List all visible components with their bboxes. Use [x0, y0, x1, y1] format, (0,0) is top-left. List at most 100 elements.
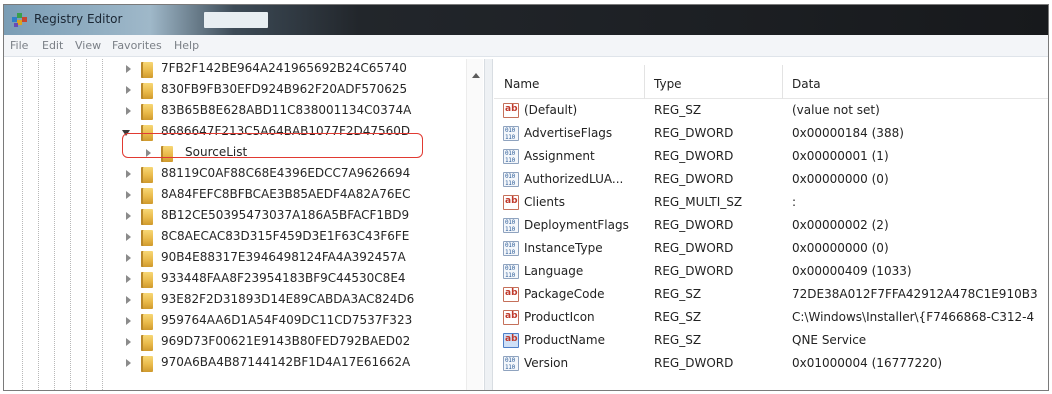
tree-item-key[interactable]: 7FB2F142BE964A241965692B24C65740: [4, 59, 464, 80]
value-name: Language: [524, 264, 584, 278]
tree-item-key[interactable]: 90B4E88317E3946498124FA4A392457A: [4, 248, 464, 269]
value-row[interactable]: ProductIcon REG_SZ C:\Windows\Installer\…: [494, 307, 1048, 330]
expand-arrow-icon[interactable]: [126, 317, 131, 325]
title-bar-blank-region: [204, 12, 268, 28]
folder-icon: [141, 293, 153, 309]
menu-bar: File Edit View Favorites Help: [4, 35, 1048, 57]
value-row[interactable]: DeploymentFlags REG_DWORD 0x00000002 (2): [494, 215, 1048, 238]
tree-item-label: 8C8AECAC83D315F459D3E1F63C43F6FE: [161, 229, 410, 243]
menu-help[interactable]: Help: [174, 39, 199, 52]
tree-item-key[interactable]: 970A6BA4B87144142BF1D4A17E61662A: [4, 353, 464, 374]
value-row[interactable]: AdvertiseFlags REG_DWORD 0x00000184 (388…: [494, 123, 1048, 146]
window-title: Registry Editor: [34, 12, 123, 26]
expand-arrow-icon[interactable]: [126, 107, 131, 115]
value-type: REG_DWORD: [654, 356, 734, 370]
folder-icon: [141, 335, 153, 351]
expand-arrow-icon[interactable]: [126, 212, 131, 220]
tree-item-key[interactable]: 8B12CE50395473037A186A5BFACF1BD9: [4, 206, 464, 227]
value-data: 0x00000184 (388): [792, 126, 904, 140]
expand-arrow-icon[interactable]: [126, 338, 131, 346]
value-type: REG_DWORD: [654, 172, 734, 186]
scroll-up-arrow-icon[interactable]: [472, 73, 480, 78]
expand-arrow-icon[interactable]: [126, 296, 131, 304]
value-data: 0x00000000 (0): [792, 241, 889, 255]
expand-arrow-icon[interactable]: [126, 275, 131, 283]
column-header-type[interactable]: Type: [654, 77, 682, 91]
registry-editor-app-icon: [12, 13, 27, 27]
expand-arrow-icon[interactable]: [126, 65, 131, 73]
tree-item-key[interactable]: 8A84FEFC8BFBCAE3B85AEDF4A82A76EC: [4, 185, 464, 206]
tree-item-key[interactable]: 933448FAA8F23954183BF9C44530C8E4: [4, 269, 464, 290]
folder-icon: [141, 230, 153, 246]
string-value-icon: [503, 103, 519, 118]
value-data: (value not set): [792, 103, 880, 117]
binary-value-icon: [503, 172, 519, 187]
column-divider[interactable]: [782, 65, 783, 99]
value-row[interactable]: InstanceType REG_DWORD 0x00000000 (0): [494, 238, 1048, 261]
string-value-icon: [503, 310, 519, 325]
value-row[interactable]: AuthorizedLUA... REG_DWORD 0x00000000 (0…: [494, 169, 1048, 192]
value-name: DeploymentFlags: [524, 218, 629, 232]
tree-item-key[interactable]: 8C8AECAC83D315F459D3E1F63C43F6FE: [4, 227, 464, 248]
expand-arrow-icon[interactable]: [126, 191, 131, 199]
value-row[interactable]: Assignment REG_DWORD 0x00000001 (1): [494, 146, 1048, 169]
registry-values-list[interactable]: Name Type Data (Default) REG_SZ (value n…: [494, 59, 1048, 390]
value-type: REG_DWORD: [654, 149, 734, 163]
value-data: QNE Service: [792, 333, 867, 347]
value-type: REG_SZ: [654, 103, 702, 117]
tree-item-key[interactable]: 830FB9FB30EFD924B962F20ADF570625: [4, 80, 464, 101]
string-value-icon: [503, 195, 519, 210]
value-row[interactable]: (Default) REG_SZ (value not set): [494, 100, 1048, 123]
value-data: 0x00000001 (1): [792, 149, 889, 163]
tree-item-key[interactable]: 959764AA6D1A54F409DC11CD7537F323: [4, 311, 464, 332]
value-data: 0x01000004 (16777220): [792, 356, 943, 370]
value-data: C:\Windows\Installer\{F7466868-C312-4: [792, 310, 1035, 324]
value-type: REG_DWORD: [654, 218, 734, 232]
value-type: REG_MULTI_SZ: [654, 195, 743, 209]
menu-view[interactable]: View: [75, 39, 101, 52]
value-name: ProductName: [524, 333, 605, 347]
tree-scrollbar[interactable]: [466, 59, 483, 390]
folder-icon: [141, 188, 153, 204]
registry-key-tree[interactable]: 7FB2F142BE964A241965692B24C65740 830FB9F…: [4, 59, 479, 390]
value-name: AdvertiseFlags: [524, 126, 613, 140]
value-name: Clients: [524, 195, 565, 209]
registry-editor-window: Registry Editor File Edit View Favorites…: [3, 4, 1049, 391]
value-row[interactable]: Version REG_DWORD 0x01000004 (16777220): [494, 353, 1048, 376]
binary-value-icon: [503, 241, 519, 256]
tree-item-label: 7FB2F142BE964A241965692B24C65740: [161, 61, 407, 75]
column-header-data[interactable]: Data: [792, 77, 821, 91]
value-row[interactable]: Language REG_DWORD 0x00000409 (1033): [494, 261, 1048, 284]
expand-arrow-icon[interactable]: [126, 359, 131, 367]
tree-item-label: 8A84FEFC8BFBCAE3B85AEDF4A82A76EC: [161, 187, 411, 201]
expand-arrow-icon[interactable]: [126, 254, 131, 262]
expand-arrow-icon[interactable]: [126, 86, 131, 94]
menu-edit[interactable]: Edit: [42, 39, 63, 52]
tree-item-key[interactable]: 93E82F2D31893D14E89CABDA3AC824D6: [4, 290, 464, 311]
binary-value-icon: [503, 149, 519, 164]
value-row[interactable]: PackageCode REG_SZ 72DE38A012F7FFA42912A…: [494, 284, 1048, 307]
tree-item-label: 830FB9FB30EFD924B962F20ADF570625: [161, 82, 408, 96]
string-value-icon: [503, 287, 519, 302]
column-header-name[interactable]: Name: [504, 77, 539, 91]
tree-item-key[interactable]: 83B65B8E628ABD11C838001134C0374A: [4, 101, 464, 122]
tree-item-key[interactable]: 88119C0AF88C68E4396EDCC7A9626694: [4, 164, 464, 185]
folder-icon: [141, 209, 153, 225]
tree-item-label: 83B65B8E628ABD11C838001134C0374A: [161, 103, 412, 117]
tree-item-label: 88119C0AF88C68E4396EDCC7A9626694: [161, 166, 411, 180]
value-row[interactable]: ProductName REG_SZ QNE Service: [494, 330, 1048, 353]
column-divider[interactable]: [644, 65, 645, 99]
folder-icon: [141, 314, 153, 330]
menu-file[interactable]: File: [10, 39, 28, 52]
menu-favorites[interactable]: Favorites: [112, 39, 162, 52]
value-name: InstanceType: [524, 241, 603, 255]
tree-item-key[interactable]: 969D73F00621E9143B80FED792BAED02: [4, 332, 464, 353]
string-value-icon: [503, 333, 519, 348]
pane-splitter[interactable]: [484, 59, 493, 390]
expand-arrow-icon[interactable]: [126, 170, 131, 178]
title-bar[interactable]: Registry Editor: [4, 5, 1048, 35]
value-type: REG_SZ: [654, 287, 702, 301]
expand-arrow-icon[interactable]: [126, 233, 131, 241]
value-row[interactable]: Clients REG_MULTI_SZ :: [494, 192, 1048, 215]
folder-icon: [141, 104, 153, 120]
